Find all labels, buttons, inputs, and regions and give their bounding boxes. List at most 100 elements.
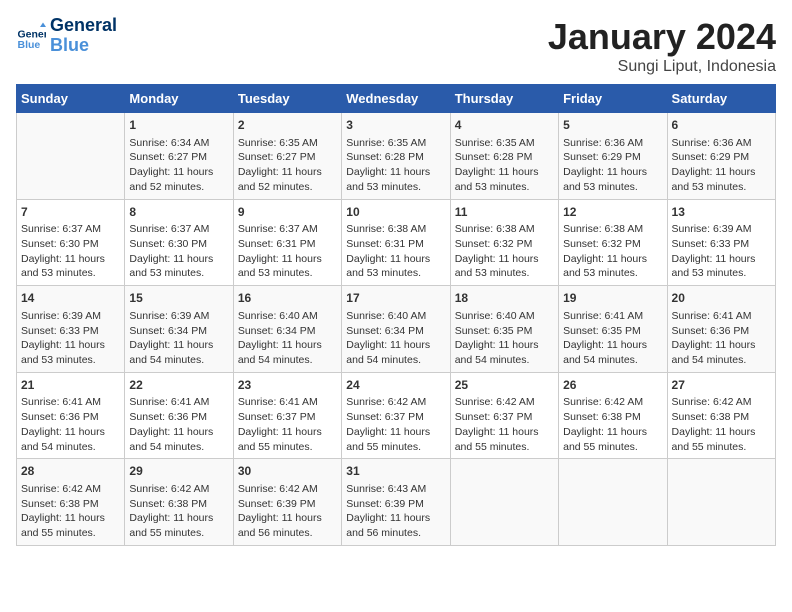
calendar-cell: 17 Sunrise: 6:40 AMSunset: 6:34 PMDayligh… [342, 286, 450, 373]
header-cell-saturday: Saturday [667, 85, 775, 113]
day-number: 18 [455, 290, 554, 307]
logo-icon: General Blue [16, 21, 46, 51]
day-number: 19 [563, 290, 662, 307]
calendar-cell: 22Sunrise: 6:41 AMSunset: 6:36 PMDayligh… [125, 372, 233, 459]
calendar-cell: 20Sunrise: 6:41 AMSunset: 6:36 PMDayligh… [667, 286, 775, 373]
day-number: 28 [21, 463, 120, 480]
day-number: 25 [455, 377, 554, 394]
cell-content: Sunrise: 6:38 AMSunset: 6:32 PMDaylight:… [563, 222, 662, 281]
day-number: 11 [455, 204, 554, 221]
calendar-cell: 25Sunrise: 6:42 AMSunset: 6:37 PMDayligh… [450, 372, 558, 459]
logo: General Blue General Blue [16, 16, 117, 56]
cell-content: Sunrise: 6:42 AMSunset: 6:38 PMDaylight:… [21, 482, 120, 541]
header-row: SundayMondayTuesdayWednesdayThursdayFrid… [17, 85, 776, 113]
calendar-cell: 3Sunrise: 6:35 AMSunset: 6:28 PMDaylight… [342, 113, 450, 200]
calendar-cell: 19 Sunrise: 6:41 AMSunset: 6:35 PMDayligh… [559, 286, 667, 373]
calendar-cell: 4Sunrise: 6:35 AMSunset: 6:28 PMDaylight… [450, 113, 558, 200]
day-number: 26 [563, 377, 662, 394]
page-header: General Blue General Blue January 2024 S… [16, 16, 776, 76]
calendar-cell: 29 Sunrise: 6:42 AMSunset: 6:38 PMDayligh… [125, 459, 233, 546]
calendar-cell: 28 Sunrise: 6:42 AMSunset: 6:38 PMDayligh… [17, 459, 125, 546]
calendar-cell: 1Sunrise: 6:34 AMSunset: 6:27 PMDaylight… [125, 113, 233, 200]
day-number: 7 [21, 204, 120, 221]
day-number: 14 [21, 290, 120, 307]
day-number: 13 [672, 204, 771, 221]
day-number: 9 [238, 204, 337, 221]
week-row-1: 7Sunrise: 6:37 AMSunset: 6:30 PMDaylight… [17, 199, 776, 286]
week-row-2: 14Sunrise: 6:39 AMSunset: 6:33 PMDayligh… [17, 286, 776, 373]
day-number: 15 [129, 290, 228, 307]
calendar-cell: 11Sunrise: 6:38 AMSunset: 6:32 PMDayligh… [450, 199, 558, 286]
calendar-cell [667, 459, 775, 546]
calendar-cell: 8Sunrise: 6:37 AMSunset: 6:30 PMDaylight… [125, 199, 233, 286]
cell-content: Sunrise: 6:37 AMSunset: 6:31 PMDaylight:… [238, 222, 337, 281]
cell-content: Sunrise: 6:37 AMSunset: 6:30 PMDaylight:… [129, 222, 228, 281]
header-cell-monday: Monday [125, 85, 233, 113]
calendar-cell [559, 459, 667, 546]
cell-content: Sunrise: 6:35 AMSunset: 6:27 PMDaylight:… [238, 136, 337, 195]
day-number: 29 [129, 463, 228, 480]
cell-content: Sunrise: 6:36 AMSunset: 6:29 PMDaylight:… [563, 136, 662, 195]
calendar-cell: 16 Sunrise: 6:40 AMSunset: 6:34 PMDayligh… [233, 286, 341, 373]
day-number: 16 [238, 290, 337, 307]
week-row-0: 1Sunrise: 6:34 AMSunset: 6:27 PMDaylight… [17, 113, 776, 200]
calendar-cell [450, 459, 558, 546]
header-cell-tuesday: Tuesday [233, 85, 341, 113]
week-row-4: 28 Sunrise: 6:42 AMSunset: 6:38 PMDayligh… [17, 459, 776, 546]
calendar-cell: 21Sunrise: 6:41 AMSunset: 6:36 PMDayligh… [17, 372, 125, 459]
calendar-cell: 27Sunrise: 6:42 AMSunset: 6:38 PMDayligh… [667, 372, 775, 459]
day-number: 17 [346, 290, 445, 307]
calendar-cell: 13Sunrise: 6:39 AMSunset: 6:33 PMDayligh… [667, 199, 775, 286]
cell-content: Sunrise: 6:41 AMSunset: 6:37 PMDaylight:… [238, 395, 337, 454]
cell-content: Sunrise: 6:36 AMSunset: 6:29 PMDaylight:… [672, 136, 771, 195]
cell-content: Sunrise: 6:38 AMSunset: 6:31 PMDaylight:… [346, 222, 445, 281]
day-number: 24 [346, 377, 445, 394]
day-number: 23 [238, 377, 337, 394]
header-cell-thursday: Thursday [450, 85, 558, 113]
calendar-cell: 5 Sunrise: 6:36 AMSunset: 6:29 PMDaylight… [559, 113, 667, 200]
calendar-cell: 6Sunrise: 6:36 AMSunset: 6:29 PMDaylight… [667, 113, 775, 200]
cell-content: Sunrise: 6:42 AMSunset: 6:38 PMDaylight:… [672, 395, 771, 454]
calendar-cell: 12Sunrise: 6:38 AMSunset: 6:32 PMDayligh… [559, 199, 667, 286]
cell-content: Sunrise: 6:42 AMSunset: 6:38 PMDaylight:… [563, 395, 662, 454]
cell-content: Sunrise: 6:38 AMSunset: 6:32 PMDaylight:… [455, 222, 554, 281]
cell-content: Sunrise: 6:42 AMSunset: 6:37 PMDaylight:… [346, 395, 445, 454]
day-number: 27 [672, 377, 771, 394]
svg-text:Blue: Blue [18, 39, 41, 51]
calendar-cell: 7Sunrise: 6:37 AMSunset: 6:30 PMDaylight… [17, 199, 125, 286]
day-number: 4 [455, 117, 554, 134]
calendar-cell: 10Sunrise: 6:38 AMSunset: 6:31 PMDayligh… [342, 199, 450, 286]
day-number: 2 [238, 117, 337, 134]
calendar-cell: 31 Sunrise: 6:43 AMSunset: 6:39 PMDayligh… [342, 459, 450, 546]
cell-content: Sunrise: 6:39 AMSunset: 6:33 PMDaylight:… [672, 222, 771, 281]
calendar-cell: 23Sunrise: 6:41 AMSunset: 6:37 PMDayligh… [233, 372, 341, 459]
day-number: 1 [129, 117, 228, 134]
cell-content: Sunrise: 6:41 AMSunset: 6:36 PMDaylight:… [672, 309, 771, 368]
cell-content: Sunrise: 6:40 AMSunset: 6:34 PMDaylight:… [346, 309, 445, 368]
calendar-cell: 15Sunrise: 6:39 AMSunset: 6:34 PMDayligh… [125, 286, 233, 373]
day-number: 10 [346, 204, 445, 221]
calendar-cell: 26Sunrise: 6:42 AMSunset: 6:38 PMDayligh… [559, 372, 667, 459]
day-number: 5 [563, 117, 662, 134]
cell-content: Sunrise: 6:42 AMSunset: 6:38 PMDaylight:… [129, 482, 228, 541]
header-cell-friday: Friday [559, 85, 667, 113]
cell-content: Sunrise: 6:41 AMSunset: 6:36 PMDaylight:… [21, 395, 120, 454]
cell-content: Sunrise: 6:37 AMSunset: 6:30 PMDaylight:… [21, 222, 120, 281]
day-number: 31 [346, 463, 445, 480]
calendar-cell: 14Sunrise: 6:39 AMSunset: 6:33 PMDayligh… [17, 286, 125, 373]
header-cell-sunday: Sunday [17, 85, 125, 113]
calendar-cell [17, 113, 125, 200]
cell-content: Sunrise: 6:41 AMSunset: 6:35 PMDaylight:… [563, 309, 662, 368]
calendar-cell: 18 Sunrise: 6:40 AMSunset: 6:35 PMDayligh… [450, 286, 558, 373]
calendar-cell: 2 Sunrise: 6:35 AMSunset: 6:27 PMDaylight… [233, 113, 341, 200]
calendar-cell: 24Sunrise: 6:42 AMSunset: 6:37 PMDayligh… [342, 372, 450, 459]
cell-content: Sunrise: 6:43 AMSunset: 6:39 PMDaylight:… [346, 482, 445, 541]
day-number: 22 [129, 377, 228, 394]
cell-content: Sunrise: 6:42 AMSunset: 6:37 PMDaylight:… [455, 395, 554, 454]
day-number: 8 [129, 204, 228, 221]
cell-content: Sunrise: 6:40 AMSunset: 6:35 PMDaylight:… [455, 309, 554, 368]
day-number: 21 [21, 377, 120, 394]
calendar-header: SundayMondayTuesdayWednesdayThursdayFrid… [17, 85, 776, 113]
cell-content: Sunrise: 6:40 AMSunset: 6:34 PMDaylight:… [238, 309, 337, 368]
week-row-3: 21Sunrise: 6:41 AMSunset: 6:36 PMDayligh… [17, 372, 776, 459]
